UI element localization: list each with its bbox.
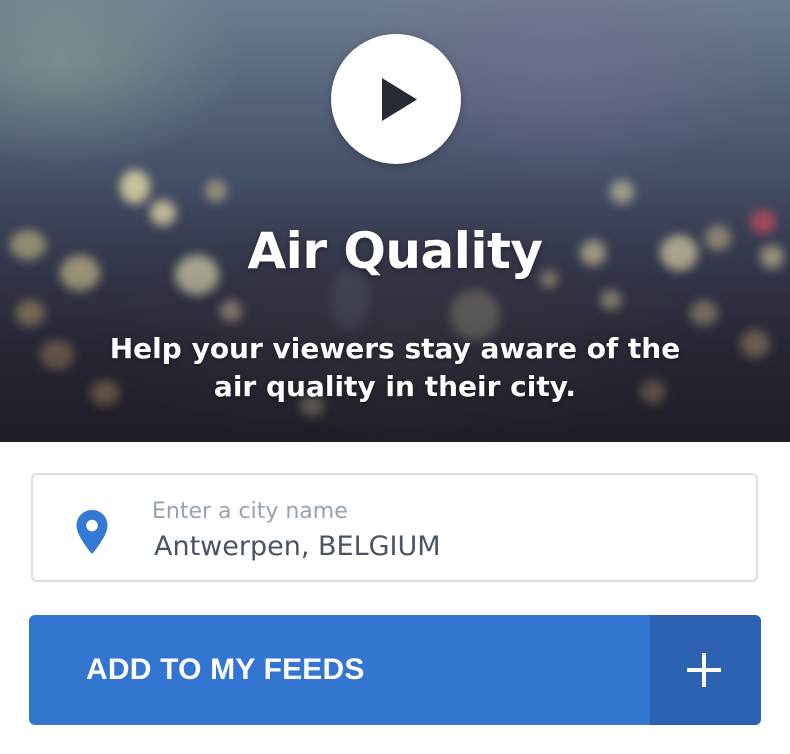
map-pin-icon — [76, 510, 108, 554]
city-search-field[interactable]: Enter a city name Antwerpen, BELGIUM — [31, 473, 758, 582]
city-field-value[interactable]: Antwerpen, BELGIUM — [154, 531, 441, 562]
add-icon-area[interactable] — [650, 615, 761, 725]
hero-subtitle: Help your viewers stay aware of the air … — [109, 332, 681, 403]
play-icon — [382, 78, 417, 121]
add-to-feeds-label: ADD TO MY FEEDS — [86, 653, 365, 686]
city-field-label: Enter a city name — [152, 499, 348, 524]
hero-banner: Air Quality Help your viewers stay aware… — [0, 0, 790, 442]
plus-icon — [687, 653, 721, 687]
add-to-feeds-button[interactable]: ADD TO MY FEEDS — [29, 615, 761, 725]
air-quality-card: Air Quality Help your viewers stay aware… — [0, 0, 790, 754]
hero-title: Air Quality — [247, 222, 543, 280]
play-video-button[interactable] — [331, 34, 461, 164]
